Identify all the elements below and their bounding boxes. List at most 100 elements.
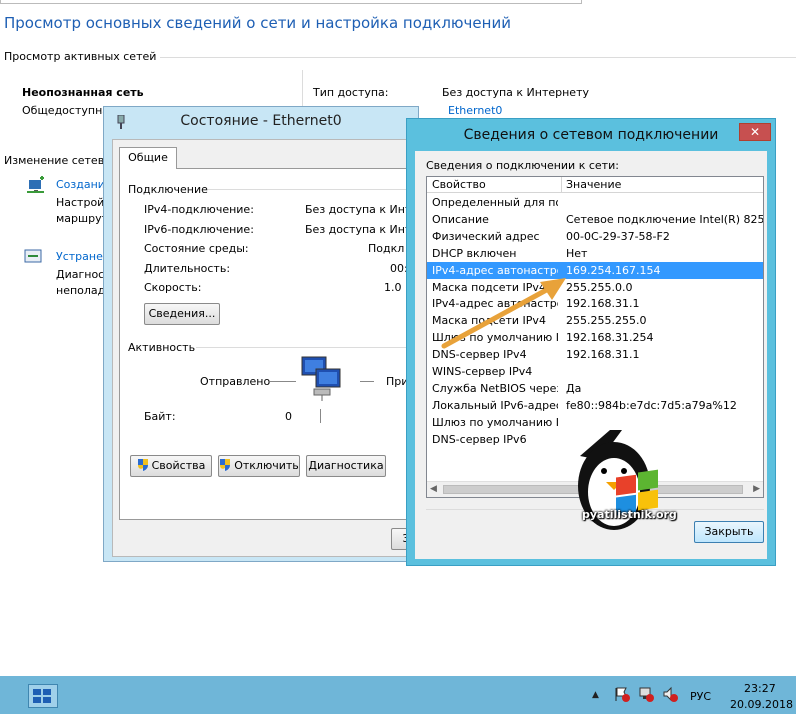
value-cell: 192.168.31.254 [566, 331, 654, 345]
property-cell: Служба NetBIOS через... [432, 381, 558, 395]
watermark-logo: pyatilistnik.org [570, 430, 677, 536]
list-header: Свойство Значение [427, 177, 763, 193]
duration-label: Длительность: [144, 262, 231, 275]
details-window-title: Сведения о сетевом подключении [463, 127, 719, 143]
background-window-frame [0, 0, 582, 4]
heading-divider [160, 57, 796, 58]
details-section-label: Сведения о подключении к сети: [426, 159, 619, 172]
sent-label: Отправлено [200, 375, 271, 388]
property-cell: Определенный для по... [432, 196, 558, 209]
value-cell: 255.255.0.0 [566, 280, 633, 294]
list-item[interactable]: Шлюз по умолчанию IP... [427, 414, 763, 431]
access-type-value: Без доступа к Интернету [442, 86, 589, 99]
volume-muted-icon[interactable] [662, 686, 678, 702]
create-connection-icon [26, 176, 46, 198]
property-cell: Физический адрес [432, 229, 540, 243]
property-cell: DHCP включен [432, 246, 517, 260]
network-name: Неопознанная сеть [22, 86, 144, 99]
value-cell: Сетевое подключение Intel(R) 82574L G [566, 212, 764, 226]
value-cell: Да [566, 381, 582, 395]
scroll-right-icon[interactable]: ▶ [753, 484, 760, 494]
access-type-label: Тип доступа: [313, 86, 389, 99]
properties-button[interactable]: Свойства [130, 455, 212, 477]
properties-button-label: Свойства [151, 459, 206, 472]
network-activity-icon [300, 355, 344, 401]
watermark-text: pyatilistnik.org [582, 508, 677, 521]
taskbar: ▲ РУС 23:27 20.09.2018 [0, 676, 796, 714]
ipv4-connection-label: IPv4-подключение: [144, 203, 254, 216]
active-networks-heading: Просмотр активных сетей [4, 50, 157, 63]
list-item[interactable]: Описание Сетевое подключение Intel(R) 825… [427, 211, 763, 228]
create-connection-desc2: маршрут [56, 212, 108, 225]
column-header-property[interactable]: Свойство [432, 177, 558, 192]
list-item[interactable]: Локальный IPv6-адрес... fe80::984b:e7dc:7… [427, 397, 763, 414]
list-item[interactable]: Определенный для по... [427, 194, 763, 211]
property-cell: WINS-сервер IPv4 [432, 365, 533, 378]
list-item[interactable]: Служба NetBIOS через... Да [427, 380, 763, 397]
troubleshoot-link[interactable]: Устранен [56, 250, 110, 263]
shield-icon [219, 458, 231, 471]
troubleshoot-icon [24, 248, 44, 268]
diagnose-button[interactable]: Диагностика [306, 455, 386, 477]
language-indicator[interactable]: РУС [690, 690, 711, 703]
status-window: Состояние - Ethernet0 Общие Подключение … [103, 106, 421, 562]
property-cell: DNS-сервер IPv6 [432, 432, 527, 446]
value-cell: 00-0C-29-37-58-F2 [566, 229, 670, 243]
troubleshoot-desc2: неполад [56, 284, 106, 297]
tab-general[interactable]: Общие [119, 147, 177, 169]
general-tab-panel: Подключение IPv4-подключение: Без доступ… [119, 168, 419, 520]
column-divider [561, 177, 562, 193]
bytes-sent-value: 0 [285, 410, 292, 423]
clock-date[interactable]: 20.09.2018 [730, 698, 793, 711]
create-connection-link[interactable]: Создани [56, 178, 105, 191]
ipv4-connection-value: Без доступа к Инте [305, 203, 419, 216]
server-manager-icon [33, 689, 51, 703]
media-state-value: Подкл [368, 242, 405, 255]
details-button[interactable]: Сведения... [144, 303, 220, 325]
received-line [360, 381, 374, 382]
property-cell: Шлюз по умолчанию IP... [432, 415, 558, 429]
shield-icon [137, 458, 149, 471]
connection-group-label: Подключение [128, 183, 208, 196]
list-item[interactable]: Физический адрес 00-0C-29-37-58-F2 [427, 228, 763, 245]
property-cell: Локальный IPv6-адрес... [432, 398, 558, 412]
activity-group-line [196, 347, 418, 348]
troubleshoot-desc: Диагнос [56, 268, 105, 281]
value-cell: Нет [566, 246, 588, 260]
close-button[interactable]: Закрыть [694, 521, 764, 543]
value-cell: fe80::984b:e7dc:7d5:a79a%12 [566, 398, 737, 412]
ipv6-connection-value: Без доступа к Инте [305, 223, 419, 236]
activity-group-label: Активность [128, 341, 196, 354]
value-cell: 255.255.255.0 [566, 314, 647, 328]
ipv6-connection-label: IPv6-подключение: [144, 223, 254, 236]
disable-button[interactable]: Отключить [218, 455, 300, 477]
disable-button-label: Отключить [234, 459, 299, 472]
annotation-arrow [441, 278, 566, 349]
property-cell: Описание [432, 212, 489, 226]
value-cell: 169.254.167.154 [566, 263, 661, 277]
value-cell: 192.168.31.1 [566, 348, 640, 362]
scroll-left-icon[interactable]: ◀ [430, 484, 437, 494]
connection-group-line [208, 189, 418, 190]
column-header-value[interactable]: Значение [566, 177, 763, 192]
clock-time[interactable]: 23:27 [744, 682, 776, 695]
create-connection-desc: Настрой [56, 196, 105, 209]
server-manager-button[interactable] [28, 684, 58, 708]
network-type: Общедоступна [22, 104, 109, 117]
connection-link[interactable]: Ethernet0 [448, 104, 502, 117]
speed-label: Скорость: [144, 281, 202, 294]
page-title: Просмотр основных сведений о сети и наст… [4, 14, 511, 32]
list-item[interactable]: DHCP включен Нет [427, 245, 763, 262]
network-tray-icon[interactable] [638, 686, 654, 702]
media-state-label: Состояние среды: [144, 242, 249, 255]
change-settings-heading: Изменение сетевы [4, 154, 113, 167]
flag-alert-icon[interactable] [614, 686, 630, 702]
bytes-label: Байт: [144, 410, 176, 423]
sent-line [270, 381, 296, 382]
list-item[interactable]: WINS-сервер IPv4 [427, 363, 763, 380]
status-window-title: Состояние - Ethernet0 [180, 113, 342, 129]
value-cell: 192.168.31.1 [566, 297, 640, 311]
bytes-divider [320, 409, 321, 423]
show-hidden-icons-icon[interactable]: ▲ [592, 690, 599, 700]
close-icon[interactable]: ✕ [739, 123, 771, 141]
